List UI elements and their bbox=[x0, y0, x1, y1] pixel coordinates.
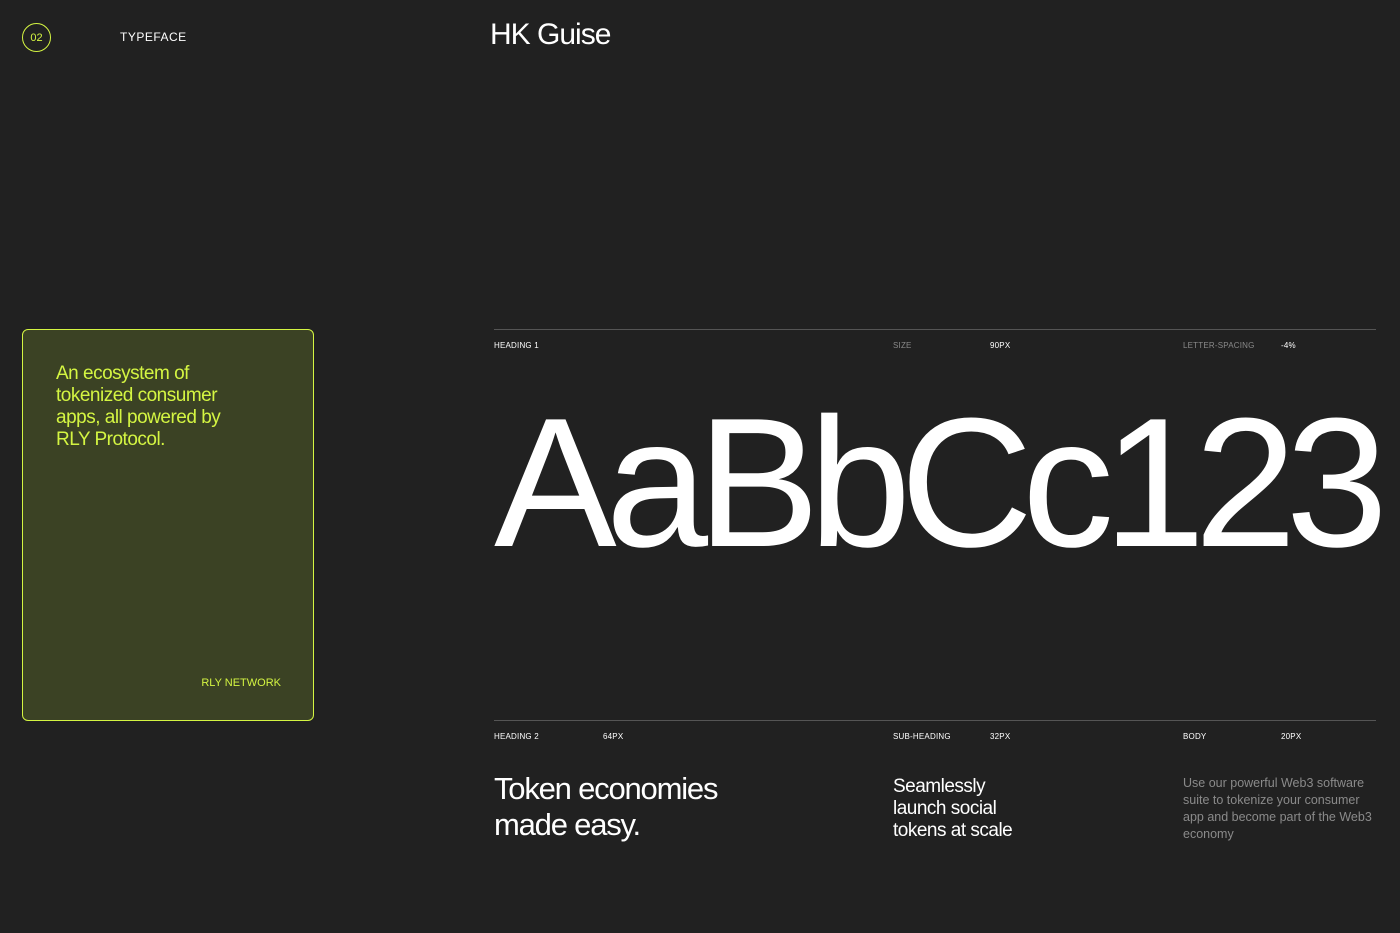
heading1-spacing-value: -4% bbox=[1281, 341, 1296, 350]
heading1-divider bbox=[494, 329, 1376, 330]
heading1-size-value: 90PX bbox=[990, 341, 1011, 350]
heading2-size: 64PX bbox=[603, 732, 624, 741]
body-sample: Use our powerful Web3 software suite to … bbox=[1183, 776, 1372, 841]
subheading-size: 32PX bbox=[990, 732, 1011, 741]
brand-card-text: An ecosystem of tokenized consumer apps,… bbox=[56, 363, 221, 450]
body-size: 20PX bbox=[1281, 732, 1302, 741]
heading1-spacing-label: LETTER-SPACING bbox=[1183, 341, 1255, 350]
section-label: TYPEFACE bbox=[120, 30, 187, 44]
subheading-sample: Seamlessly launch social tokens at scale bbox=[893, 776, 1013, 841]
body-label: BODY bbox=[1183, 732, 1207, 741]
heading2-sample: Token economies made easy. bbox=[494, 771, 718, 842]
font-name-title: HK Guise bbox=[490, 18, 611, 51]
section-number-badge: 02 bbox=[22, 23, 51, 52]
heading2-label: HEADING 2 bbox=[494, 732, 539, 741]
heading1-label: HEADING 1 bbox=[494, 341, 539, 350]
glyph-specimen: AaBbCc123 bbox=[494, 379, 1388, 585]
brand-card-footer: RLY NETWORK bbox=[201, 677, 281, 689]
brand-card: An ecosystem of tokenized consumer apps,… bbox=[22, 329, 314, 721]
subheading-label: SUB-HEADING bbox=[893, 732, 951, 741]
heading1-size-label: SIZE bbox=[893, 341, 912, 350]
styles-divider bbox=[494, 720, 1376, 721]
